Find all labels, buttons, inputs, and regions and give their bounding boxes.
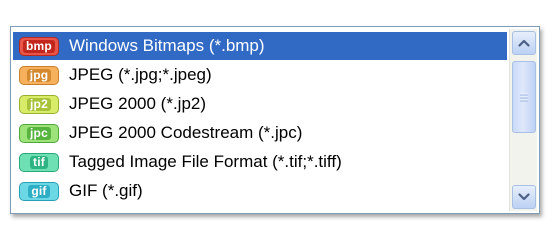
gif-file-icon: gif [19, 181, 59, 201]
list-item-label: Tagged Image File Format (*.tif;*.tiff) [69, 152, 342, 171]
screen: bmp Windows Bitmaps (*.bmp) jpg JPEG (*.… [0, 0, 555, 241]
grip-icon [520, 93, 528, 101]
list-item-label: JPEG 2000 (*.jp2) [69, 94, 207, 113]
scrollbar-thumb[interactable] [512, 61, 536, 133]
list-item-label: GIF (*.gif) [69, 181, 143, 200]
list-item-gif[interactable]: gif GIF (*.gif) [13, 177, 507, 205]
list-item-jp2[interactable]: jp2 JPEG 2000 (*.jp2) [13, 90, 507, 118]
list-item-jpc[interactable]: jpc JPEG 2000 Codestream (*.jpc) [13, 119, 507, 147]
tif-file-icon: tif [19, 152, 59, 172]
list-item-jpg[interactable]: jpg JPEG (*.jpg;*.jpeg) [13, 61, 507, 89]
jpg-file-icon: jpg [19, 65, 59, 85]
bmp-file-icon: bmp [19, 36, 59, 56]
file-type-list: bmp Windows Bitmaps (*.bmp) jpg JPEG (*.… [13, 29, 507, 211]
jpc-file-icon: jpc [19, 123, 59, 143]
list-item-label: JPEG 2000 Codestream (*.jpc) [69, 123, 303, 142]
chevron-up-icon [518, 39, 530, 47]
scroll-down-button[interactable] [512, 185, 536, 209]
scroll-up-button[interactable] [512, 31, 536, 55]
list-item-bmp[interactable]: bmp Windows Bitmaps (*.bmp) [13, 32, 507, 60]
list-item-label: Windows Bitmaps (*.bmp) [69, 36, 265, 55]
jp2-file-icon: jp2 [19, 94, 59, 114]
list-item-label: JPEG (*.jpg;*.jpeg) [69, 65, 212, 84]
chevron-down-icon [518, 193, 530, 201]
vertical-scrollbar[interactable] [509, 29, 537, 211]
list-item-tif[interactable]: tif Tagged Image File Format (*.tif;*.ti… [13, 148, 507, 176]
file-type-dropdown-list[interactable]: bmp Windows Bitmaps (*.bmp) jpg JPEG (*.… [10, 26, 540, 214]
